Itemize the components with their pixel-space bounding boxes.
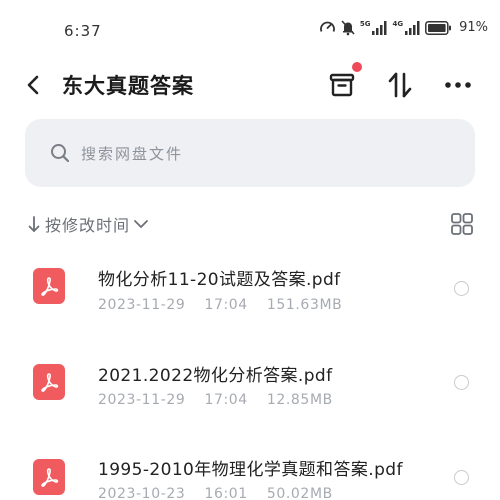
mute-bell-icon [340, 19, 356, 36]
file-time: 16:01 [204, 486, 248, 500]
grid-view-button[interactable] [450, 212, 474, 236]
sort-arrows-icon [388, 72, 412, 98]
status-bar: 6:37 5G 4G 91% [0, 0, 500, 60]
network-label-4g: 4G [392, 20, 404, 28]
pdf-icon [33, 459, 65, 495]
file-name: 2021.2022物化分析答案.pdf [98, 366, 333, 386]
header: 东大真题答案 [0, 60, 500, 110]
grid-view-icon [451, 213, 473, 235]
file-select-radio[interactable] [454, 281, 469, 296]
battery-icon [425, 20, 452, 35]
search-input[interactable]: 搜索网盘文件 [25, 119, 475, 187]
more-icon [445, 82, 471, 88]
file-time: 17:04 [204, 392, 248, 408]
notification-dot [352, 62, 362, 72]
status-time: 6:37 [64, 22, 102, 40]
battery-percent: 91% [459, 20, 488, 35]
file-meta: 2023-11-29 17:04 12.85MB [98, 392, 333, 408]
file-list-item[interactable]: 2021.2022物化分析答案.pdf 2023-11-29 17:04 12.… [0, 347, 500, 427]
page-title: 东大真题答案 [62, 74, 194, 98]
signal-4g-icon [405, 20, 421, 35]
speedometer-icon [319, 19, 336, 36]
chevron-down-icon [134, 220, 148, 228]
back-button[interactable] [18, 70, 48, 100]
file-meta: 2023-10-23 16:01 50.02MB [98, 486, 333, 500]
transfer-box-icon [329, 73, 355, 97]
sort-button[interactable] [383, 68, 417, 102]
file-date: 2023-11-29 [98, 392, 186, 408]
pdf-icon [33, 364, 65, 400]
file-date: 2023-11-29 [98, 297, 186, 313]
arrow-down-icon [28, 216, 40, 232]
sort-dropdown[interactable]: 按修改时间 [28, 212, 149, 236]
file-meta: 2023-11-29 17:04 151.63MB [98, 297, 342, 313]
status-icons: 5G 4G 91% [319, 19, 488, 36]
file-name: 1995-2010年物理化学真题和答案.pdf [98, 460, 403, 480]
file-time: 17:04 [204, 297, 248, 313]
file-date: 2023-10-23 [98, 486, 186, 500]
file-size: 12.85MB [266, 392, 333, 408]
signal-5g-icon [372, 20, 388, 35]
more-button[interactable] [441, 68, 475, 102]
file-size: 151.63MB [266, 297, 343, 313]
sort-label: 按修改时间 [45, 216, 131, 235]
file-list-item[interactable]: 1995-2010年物理化学真题和答案.pdf 2023-10-23 16:01… [0, 442, 500, 500]
file-list-item[interactable]: 物化分析11-20试题及答案.pdf 2023-11-29 17:04 151.… [0, 252, 500, 332]
file-name: 物化分析11-20试题及答案.pdf [98, 270, 341, 290]
file-size: 50.02MB [266, 486, 333, 500]
pdf-icon [33, 268, 65, 304]
back-icon [27, 75, 39, 95]
transfer-list-button[interactable] [325, 62, 362, 102]
file-select-radio[interactable] [454, 470, 469, 485]
search-icon [51, 144, 70, 163]
file-select-radio[interactable] [454, 375, 469, 390]
search-placeholder: 搜索网盘文件 [81, 144, 184, 163]
network-label-5g: 5G [359, 20, 371, 28]
